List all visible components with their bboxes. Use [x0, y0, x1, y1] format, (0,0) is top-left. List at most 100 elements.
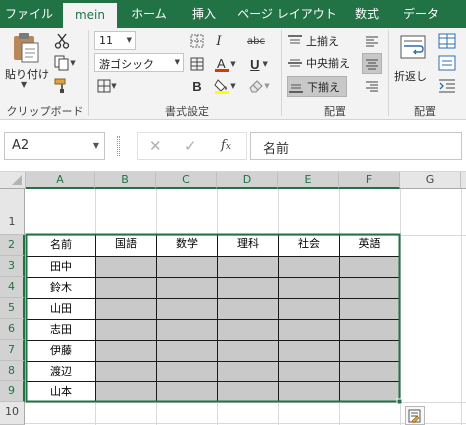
name-box[interactable]: A2 ▼: [4, 132, 105, 160]
cell-e2[interactable]: 社会: [279, 235, 339, 256]
align-middle-icon: [288, 59, 302, 67]
name-box-value: A2: [12, 138, 30, 153]
bold-button[interactable]: B: [188, 76, 206, 96]
quick-analysis-button[interactable]: [405, 406, 425, 425]
clear-format-button[interactable]: ▼: [244, 76, 274, 96]
group-separator: [88, 30, 89, 116]
align-center-button[interactable]: [362, 53, 382, 74]
chevron-down-icon: ▼: [230, 60, 236, 68]
copy-button[interactable]: ▼: [52, 53, 78, 73]
formula-input[interactable]: 名前: [250, 132, 462, 160]
merge-center-button[interactable]: [436, 31, 458, 51]
font-name-value: 游ゴシック: [99, 58, 154, 71]
orientation-icon: [438, 55, 456, 71]
wrap-text-label[interactable]: 折返し: [394, 68, 427, 84]
enter-icon[interactable]: ✓: [184, 137, 197, 155]
paste-dropdown-icon[interactable]: ▼: [21, 80, 27, 89]
formula-actions: ✕ ✓ fx: [137, 132, 247, 160]
group-separator: [281, 30, 282, 116]
borders-button[interactable]: ▼: [94, 76, 120, 96]
font-size-select[interactable]: 11 ▼: [94, 31, 136, 50]
wrap-group-label: 配置: [414, 105, 436, 118]
format-painter-button[interactable]: [52, 76, 72, 96]
font-color-icon: A: [215, 56, 230, 72]
chevron-down-icon: ▼: [230, 82, 236, 90]
cell-c2[interactable]: 数学: [157, 235, 217, 256]
wrap-text-button[interactable]: [396, 32, 430, 62]
align-left-icon: [366, 36, 378, 47]
font-name-select[interactable]: 游ゴシック ▼: [94, 53, 184, 72]
tab-file[interactable]: ファイル: [0, 0, 58, 28]
ribbon: 貼り付け ▼ ▼ クリップボード 11 ▼ 游ゴシック ▼ ▼ I abc A …: [0, 28, 466, 120]
orientation-button[interactable]: [436, 53, 458, 73]
font-group-label: 書式設定: [165, 105, 209, 118]
align-bottom-button[interactable]: 下揃え: [287, 76, 347, 97]
tab-data[interactable]: データ: [396, 0, 446, 28]
align-center-icon: [366, 59, 378, 69]
tab-insert[interactable]: 挿入: [182, 0, 226, 28]
splitter-handle[interactable]: [117, 136, 120, 156]
paste-button[interactable]: [6, 32, 46, 64]
tab-home[interactable]: ホーム: [124, 0, 174, 28]
grid-icon: [190, 34, 204, 48]
align-middle-button[interactable]: 中央揃え: [287, 53, 357, 73]
worksheet[interactable]: A B C D E F G 1 2 3 4 5 6 7 8 9 10 名前 国語…: [0, 172, 466, 425]
cell-style-button[interactable]: [188, 54, 206, 74]
table-icon: [190, 57, 204, 71]
cell-a9[interactable]: 山本: [27, 382, 95, 402]
italic-button[interactable]: I: [210, 31, 228, 51]
paste-icon: [14, 33, 39, 63]
cell-a8[interactable]: 渡辺: [27, 362, 95, 381]
indent-icon: [439, 79, 455, 93]
tab-formulas[interactable]: 数式: [346, 0, 388, 28]
cell-a7[interactable]: 伊藤: [27, 341, 95, 361]
cancel-icon[interactable]: ✕: [149, 137, 162, 155]
align-left-button[interactable]: [362, 31, 382, 51]
chevron-down-icon: ▼: [264, 82, 270, 90]
paintbrush-icon: [54, 78, 66, 93]
scissors-icon: [54, 33, 70, 49]
chevron-down-icon: ▼: [92, 141, 99, 150]
align-right-icon: [366, 81, 378, 92]
align-top-icon: [288, 35, 302, 44]
copy-dropdown-icon: ▼: [70, 59, 76, 67]
chevron-down-icon: ▼: [111, 82, 117, 90]
fill-color-button[interactable]: ▼: [210, 76, 240, 96]
indent-button[interactable]: [436, 76, 458, 96]
cell-a4[interactable]: 鈴木: [27, 278, 95, 298]
copy-icon: [54, 55, 69, 71]
cell-d2[interactable]: 理科: [218, 235, 278, 256]
merge-button[interactable]: [188, 31, 206, 51]
strikethrough-button[interactable]: abc: [244, 31, 268, 51]
cell-f2[interactable]: 英語: [340, 235, 399, 256]
tab-mein[interactable]: mein: [63, 3, 117, 28]
alignment-group-label: 配置: [324, 105, 346, 118]
underline-icon: U: [250, 56, 260, 72]
formula-bar: A2 ▼ ✕ ✓ fx 名前: [0, 120, 466, 172]
cell-a3[interactable]: 田中: [27, 257, 95, 277]
cell-b2[interactable]: 国語: [96, 235, 156, 256]
wrap-text-icon: [400, 35, 426, 59]
paint-bucket-icon: [214, 78, 230, 94]
chevron-down-icon: ▼: [174, 58, 180, 66]
tab-page-layout[interactable]: ページ レイアウト: [234, 0, 340, 28]
align-top-button[interactable]: 上揃え: [287, 31, 355, 51]
svg-text:A: A: [217, 56, 226, 71]
align-bottom-icon: [289, 84, 303, 93]
underline-button[interactable]: U ▼: [244, 54, 274, 74]
quick-analysis-icon: [408, 409, 421, 424]
align-bottom-label: 下揃え: [307, 80, 340, 94]
cell-a6[interactable]: 志田: [27, 320, 95, 340]
cut-button[interactable]: [52, 31, 72, 51]
align-right-button[interactable]: [362, 76, 382, 96]
font-size-value: 11: [99, 34, 113, 47]
group-separator: [388, 30, 389, 116]
font-color-button[interactable]: A ▼: [210, 54, 240, 74]
align-middle-label: 中央揃え: [306, 57, 350, 70]
cell-a5[interactable]: 山田: [27, 299, 95, 319]
cell-a2[interactable]: 名前: [27, 235, 95, 256]
insert-function-icon[interactable]: fx: [221, 138, 231, 153]
ribbon-tab-bar: ファイル mein ホーム 挿入 ページ レイアウト 数式 データ: [0, 0, 466, 28]
merge-center-icon: [438, 33, 456, 49]
align-top-label: 上揃え: [306, 35, 339, 48]
